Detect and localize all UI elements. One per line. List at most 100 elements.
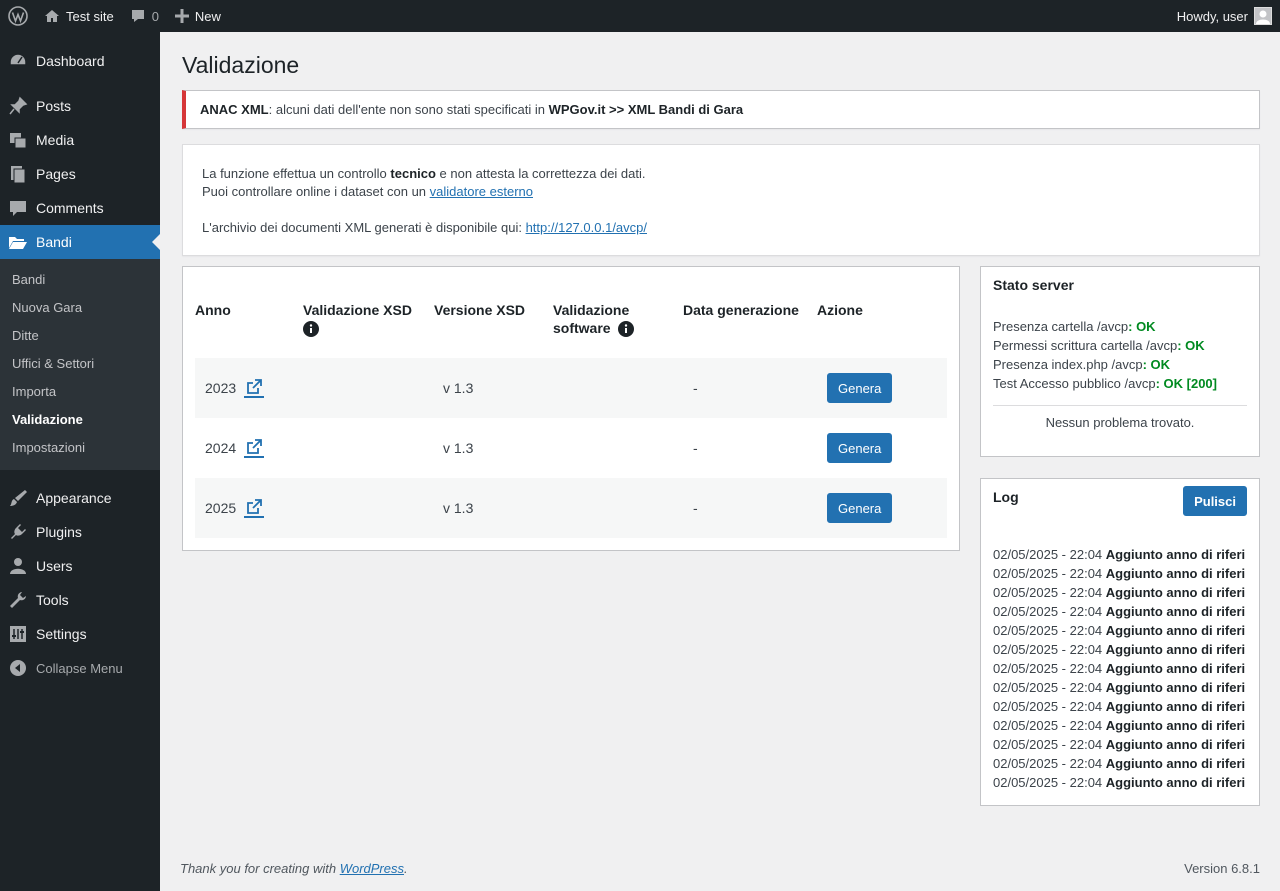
cell-versione: v 1.3 (443, 380, 474, 396)
check-status: : OK (1142, 357, 1171, 372)
external-link-icon[interactable] (244, 498, 265, 518)
server-check: Presenza index.php /avcp: OK (993, 355, 1247, 374)
log-card: Log Pulisci 02/05/2025 - 22:04 Aggiunto … (980, 478, 1260, 806)
year-label: 2023 (205, 380, 237, 396)
sidebar-item-dashboard[interactable]: Dashboard (0, 44, 160, 78)
cell-anno: 2023 (205, 358, 265, 418)
sidebar-item-label: Plugins (36, 524, 82, 540)
sidebar-item-posts[interactable]: Posts (0, 89, 160, 123)
log-message: Aggiunto anno di riferi (1105, 680, 1246, 695)
pages-icon (0, 164, 36, 184)
log-entry: 02/05/2025 - 22:04 Aggiunto anno di rife… (993, 545, 1247, 564)
sidebar-item-comments[interactable]: Comments (0, 191, 160, 225)
howdy-text: Howdy, user (1176, 8, 1248, 24)
sidebar-item-label: Bandi (36, 234, 72, 250)
log-entry: 02/05/2025 - 22:04 Aggiunto anno di rife… (993, 602, 1247, 621)
log-message: Aggiunto anno di riferi (1105, 566, 1246, 581)
sidebar-item-appearance[interactable]: Appearance (0, 481, 160, 515)
log-time: 02/05/2025 - 22:04 (993, 680, 1106, 695)
cell-versione: v 1.3 (443, 500, 474, 516)
log-entry: 02/05/2025 - 22:04 Aggiunto anno di rife… (993, 716, 1247, 735)
new-content-link[interactable]: New (167, 0, 229, 32)
log-time: 02/05/2025 - 22:04 (993, 604, 1106, 619)
page-title: Validazione (182, 52, 300, 78)
genera-button[interactable]: Genera (827, 433, 893, 463)
sidebar-item-pages[interactable]: Pages (0, 157, 160, 191)
collapse-arrow-icon (0, 659, 36, 677)
admin-sidebar: Dashboard Posts Media Pages Comments Ban… (0, 32, 160, 891)
submenu-item-ditte[interactable]: Ditte (0, 322, 160, 350)
column-header-azione: Azione (817, 302, 863, 318)
info-icon[interactable] (618, 321, 635, 338)
footer-version: Version 6.8.1 (1184, 861, 1260, 876)
my-account-link[interactable]: Howdy, user (1169, 0, 1280, 32)
wordpress-logo-icon[interactable] (0, 0, 36, 32)
cell-azione: Genera (827, 418, 893, 478)
log-message: Aggiunto anno di riferi (1105, 547, 1246, 562)
bandi-submenu: Bandi Nuova Gara Ditte Uffici & Settori … (0, 259, 160, 470)
column-header-validazione-xsd: Validazione XSD (303, 301, 412, 338)
log-time: 02/05/2025 - 22:04 (993, 775, 1106, 790)
sidebar-item-label: Pages (36, 166, 76, 182)
info-line-3: L'archivio dei documenti XML generati è … (202, 219, 1240, 237)
plugin-icon (0, 522, 36, 542)
log-time: 02/05/2025 - 22:04 (993, 699, 1106, 714)
log-entry: 02/05/2025 - 22:04 Aggiunto anno di rife… (993, 583, 1247, 602)
footer-thanks: Thank you for creating with WordPress. (180, 861, 408, 876)
clear-log-button[interactable]: Pulisci (1183, 486, 1247, 516)
submenu-item-bandi[interactable]: Bandi (0, 266, 160, 294)
log-entry: 02/05/2025 - 22:04 Aggiunto anno di rife… (993, 773, 1247, 792)
notice-strong-anac: ANAC XML (200, 102, 269, 117)
column-header-label: Validazione (553, 302, 630, 318)
cell-data: - (693, 500, 698, 516)
notice-strong-path: WPGov.it >> XML Bandi di Gara (548, 102, 744, 117)
plus-icon (174, 9, 189, 23)
info-icon[interactable] (303, 321, 319, 338)
media-icon (0, 130, 36, 150)
sidebar-item-plugins[interactable]: Plugins (0, 515, 160, 549)
genera-button[interactable]: Genera (827, 493, 893, 523)
sidebar-item-label: Users (36, 558, 73, 574)
log-message: Aggiunto anno di riferi (1105, 718, 1246, 733)
genera-button[interactable]: Genera (827, 373, 893, 403)
info-text: Puoi controllare online i dataset con un (202, 184, 430, 199)
column-header-data-generazione: Data generazione (683, 302, 799, 318)
comments-link[interactable]: 0 (122, 0, 167, 32)
submenu-item-uffici-settori[interactable]: Uffici & Settori (0, 350, 160, 378)
cell-anno: 2025 (205, 478, 265, 538)
info-text: e non attesta la correttezza dei dati. (435, 166, 646, 181)
column-header-validazione-software: Validazione software (553, 301, 635, 338)
cell-anno: 2024 (205, 418, 265, 478)
check-label: Test Accesso pubblico /avcp (993, 376, 1156, 391)
sidebar-item-users[interactable]: Users (0, 549, 160, 583)
table-row: 2024 v 1.3 - Genera (195, 418, 947, 478)
log-entry: 02/05/2025 - 22:04 Aggiunto anno di rife… (993, 697, 1247, 716)
archive-link[interactable]: http://127.0.0.1/avcp/ (526, 220, 647, 235)
check-label: Permessi scrittura cartella /avcp (993, 338, 1178, 353)
submenu-item-nuova-gara[interactable]: Nuova Gara (0, 294, 160, 322)
external-validator-link[interactable]: validatore esterno (430, 184, 533, 199)
sidebar-item-label: Dashboard (36, 53, 105, 69)
log-message: Aggiunto anno di riferi (1105, 642, 1246, 657)
server-check: Test Accesso pubblico /avcp: OK [200] (993, 374, 1247, 393)
submenu-item-validazione[interactable]: Validazione (0, 406, 160, 434)
wordpress-link[interactable]: WordPress (340, 861, 404, 876)
sidebar-item-media[interactable]: Media (0, 123, 160, 157)
log-message: Aggiunto anno di riferi (1105, 699, 1246, 714)
external-link-icon[interactable] (244, 378, 265, 398)
sidebar-item-settings[interactable]: Settings (0, 617, 160, 651)
site-name-link[interactable]: Test site (36, 0, 122, 32)
sidebar-item-bandi[interactable]: Bandi (0, 225, 160, 259)
submenu-item-impostazioni[interactable]: Impostazioni (0, 434, 160, 462)
log-entry: 02/05/2025 - 22:04 Aggiunto anno di rife… (993, 735, 1247, 754)
sidebar-item-tools[interactable]: Tools (0, 583, 160, 617)
log-entry: 02/05/2025 - 22:04 Aggiunto anno di rife… (993, 754, 1247, 773)
footer-thanks-text: Thank you for creating with (180, 861, 340, 876)
log-time: 02/05/2025 - 22:04 (993, 623, 1106, 638)
cell-data: - (693, 440, 698, 456)
footer-thanks-text: . (404, 861, 408, 876)
collapse-menu-button[interactable]: Collapse Menu (0, 651, 160, 685)
submenu-item-importa[interactable]: Importa (0, 378, 160, 406)
external-link-icon[interactable] (244, 438, 265, 458)
log-entry: 02/05/2025 - 22:04 Aggiunto anno di rife… (993, 621, 1247, 640)
